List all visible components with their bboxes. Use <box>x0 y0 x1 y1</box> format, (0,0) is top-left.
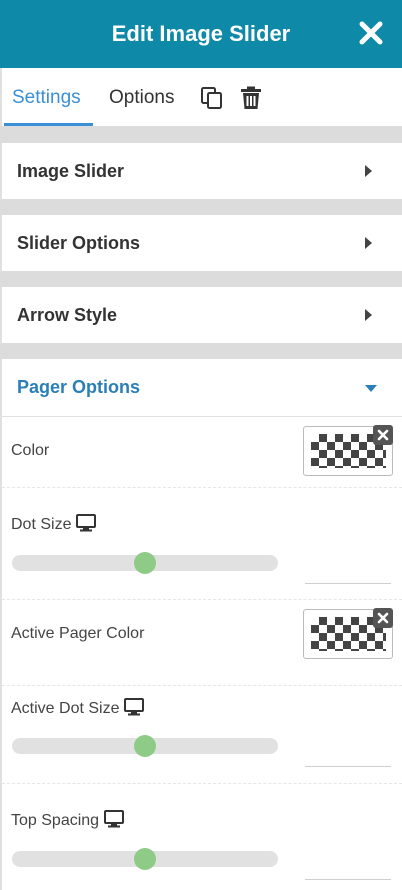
section-arrow-style[interactable]: Arrow Style <box>0 287 402 343</box>
color-label: Color <box>11 442 50 459</box>
active-dot-size-text: Active Dot Size <box>11 700 120 717</box>
section-image-slider[interactable]: Image Slider <box>0 143 402 199</box>
slider-thumb[interactable] <box>134 848 156 870</box>
caret-right-icon <box>365 237 372 249</box>
color-swatch[interactable] <box>303 425 393 476</box>
section-pager-options[interactable]: Pager Options <box>0 359 402 416</box>
tab-settings[interactable]: Settings <box>4 68 93 126</box>
clear-color-icon[interactable] <box>373 425 393 445</box>
caret-right-icon <box>365 309 372 321</box>
section-label: Arrow Style <box>17 305 118 325</box>
dot-size-slider[interactable] <box>12 552 278 574</box>
section-label: Image Slider <box>17 161 125 181</box>
active-pager-color-label: Active Pager Color <box>11 625 145 642</box>
dot-size-input[interactable] <box>305 562 391 584</box>
section-label: Slider Options <box>17 233 141 253</box>
monitor-icon[interactable] <box>76 514 97 532</box>
copy-icon[interactable] <box>200 86 224 110</box>
dot-size-label: Dot Size <box>11 514 97 534</box>
section-gap <box>0 271 402 287</box>
pager-options-panel: Color Dot Size Active Pager Color Active… <box>0 416 402 890</box>
tab-options[interactable]: Options <box>109 68 174 126</box>
top-spacing-label: Top Spacing <box>11 810 125 830</box>
caret-down-icon <box>365 385 377 392</box>
section-label: Pager Options <box>17 377 141 397</box>
close-button[interactable] <box>358 20 384 46</box>
monitor-icon[interactable] <box>124 698 145 716</box>
section-gap <box>0 343 402 359</box>
section-gap <box>0 126 402 143</box>
section-gap <box>0 199 402 215</box>
slider-thumb[interactable] <box>134 552 156 574</box>
top-spacing-slider[interactable] <box>12 848 278 870</box>
active-dot-size-slider[interactable] <box>12 735 278 757</box>
active-pager-color-swatch[interactable] <box>303 608 393 659</box>
caret-right-icon <box>365 165 372 177</box>
active-dot-size-row: Active Dot Size <box>2 686 402 784</box>
dot-size-text: Dot Size <box>11 516 72 533</box>
top-spacing-text: Top Spacing <box>11 812 100 829</box>
section-slider-options[interactable]: Slider Options <box>0 215 402 271</box>
monitor-icon[interactable] <box>104 810 125 828</box>
dialog-header: Edit Image Slider <box>0 0 402 68</box>
top-spacing-row: Top Spacing <box>2 784 402 890</box>
tab-bar: Settings Options <box>0 68 402 126</box>
active-dot-size-label: Active Dot Size <box>11 698 145 718</box>
color-row: Color <box>2 417 402 488</box>
top-spacing-input[interactable] <box>305 858 391 880</box>
trash-icon[interactable] <box>239 86 263 110</box>
dialog-title: Edit Image Slider <box>111 21 291 46</box>
close-icon[interactable] <box>358 20 384 46</box>
dot-size-row: Dot Size <box>2 488 402 600</box>
clear-color-icon[interactable] <box>373 608 393 628</box>
slider-thumb[interactable] <box>134 735 156 757</box>
active-dot-size-input[interactable] <box>305 745 391 767</box>
active-pager-color-row: Active Pager Color <box>2 600 402 686</box>
